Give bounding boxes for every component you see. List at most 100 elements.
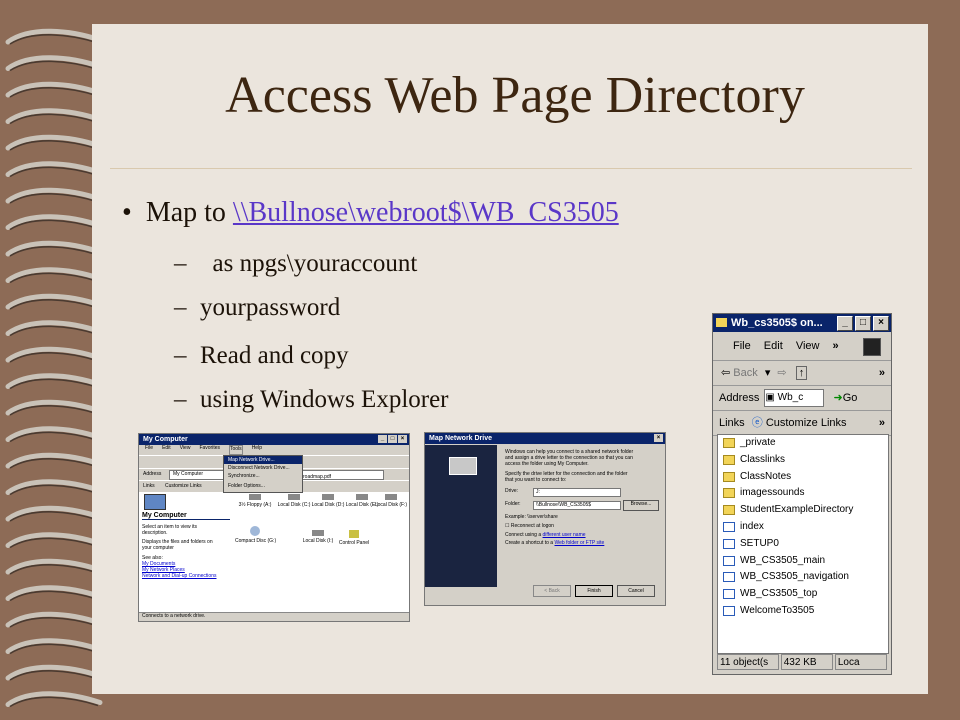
up-folder-icon[interactable]: ↑ bbox=[795, 366, 808, 380]
different-user-link[interactable]: different user name bbox=[543, 532, 586, 538]
list-item[interactable]: WB_CS3505_main bbox=[718, 553, 888, 570]
links-chevron[interactable]: » bbox=[879, 411, 885, 435]
file-name: index bbox=[740, 520, 764, 532]
menu-view[interactable]: View bbox=[180, 445, 191, 455]
list-item[interactable]: StudentExampleDirectory bbox=[718, 502, 888, 519]
minimize-icon[interactable]: _ bbox=[837, 316, 853, 331]
drive-item[interactable]: Compact Disc (G:) bbox=[235, 526, 277, 544]
menu-view[interactable]: View bbox=[796, 340, 820, 352]
list-item[interactable]: index bbox=[718, 519, 888, 536]
file-name: imagessounds bbox=[740, 487, 805, 499]
floppy-icon bbox=[249, 494, 261, 500]
file-name: WB_CS3505_main bbox=[740, 554, 826, 566]
sub-item-account: – as npgs\youraccount bbox=[174, 250, 417, 278]
drive-item[interactable]: Local Disk (F:) bbox=[373, 494, 409, 508]
reconnect-row[interactable]: ☐ Reconnect at logon bbox=[505, 523, 633, 529]
toolbar-chevron[interactable]: » bbox=[879, 361, 885, 385]
sub-dash: – bbox=[174, 386, 187, 413]
drive-item[interactable]: Local Disk (I:) bbox=[299, 530, 337, 544]
back-button[interactable]: < Back bbox=[533, 585, 571, 597]
explorer-address-bar: Address ▣ Wb_c ➜Go bbox=[713, 386, 891, 411]
folder-icon bbox=[723, 488, 735, 499]
list-item[interactable]: WB_CS3505_top bbox=[718, 586, 888, 603]
menu-help[interactable]: Help bbox=[252, 445, 262, 455]
browse-button[interactable]: Browse... bbox=[623, 500, 659, 511]
window-title: My Computer bbox=[143, 436, 188, 443]
cancel-button[interactable]: Cancel bbox=[617, 585, 655, 597]
close-icon[interactable]: × bbox=[398, 435, 407, 443]
go-arrow-icon[interactable]: ➜ bbox=[833, 392, 842, 404]
explorer-titlebar: Wb_cs3505$ on... _ □ × bbox=[713, 314, 891, 332]
menu-edit[interactable]: Edit bbox=[162, 445, 171, 455]
menu-chevron[interactable]: » bbox=[833, 340, 839, 352]
folder-options-item[interactable]: Folder Options... bbox=[224, 480, 302, 489]
folder-row: Folder: \\Bullnose\WB_CS3505$ Browse... bbox=[505, 500, 659, 511]
map-network-drive-item[interactable]: Map Network Drive... bbox=[224, 456, 302, 464]
close-icon[interactable]: × bbox=[654, 434, 663, 442]
maximize-icon[interactable]: □ bbox=[388, 435, 397, 443]
back-button[interactable]: Back bbox=[733, 367, 757, 379]
menu-edit[interactable]: Edit bbox=[764, 340, 783, 352]
synchronize-item[interactable]: Synchronize... bbox=[224, 472, 302, 480]
list-item[interactable]: SETUP0 bbox=[718, 536, 888, 553]
web-page-icon bbox=[723, 538, 735, 549]
window-title: Map Network Drive bbox=[429, 435, 493, 442]
back-arrow-icon[interactable]: ⇦ bbox=[721, 367, 730, 379]
list-item[interactable]: WelcomeTo3505 bbox=[718, 603, 888, 620]
menu-bar: File Edit View Favorites Tools Help bbox=[139, 445, 409, 455]
close-icon[interactable]: × bbox=[873, 316, 889, 331]
minimize-icon[interactable]: _ bbox=[378, 435, 387, 443]
disk-icon bbox=[322, 494, 334, 500]
list-item[interactable]: WB_CS3505_navigation bbox=[718, 569, 888, 586]
drive-label: 3½ Floppy (A:) bbox=[238, 502, 272, 508]
drive-item[interactable]: Local Disk (C:) bbox=[275, 494, 313, 508]
network-connections-link[interactable]: Network and Dial-up Connections bbox=[142, 573, 230, 579]
web-page-icon bbox=[723, 589, 735, 600]
address-value: Wb_c bbox=[777, 392, 804, 404]
folder-input[interactable]: \\Bullnose\WB_CS3505$ bbox=[533, 501, 621, 510]
customize-links[interactable]: Customize Links bbox=[165, 483, 202, 489]
control-panel-icon bbox=[349, 530, 359, 538]
list-item[interactable]: _private bbox=[718, 435, 888, 452]
web-page-icon bbox=[723, 605, 735, 616]
list-item[interactable]: ClassNotes bbox=[718, 469, 888, 486]
disk-icon bbox=[385, 494, 397, 500]
drive-select[interactable]: J: bbox=[533, 488, 621, 497]
sub-dash: – bbox=[174, 342, 187, 369]
drive-item[interactable]: Control Panel bbox=[335, 530, 373, 546]
list-item[interactable]: Classlinks bbox=[718, 452, 888, 469]
drive-item[interactable]: Local Disk (D:) bbox=[309, 494, 347, 508]
file-name: WelcomeTo3505 bbox=[740, 604, 815, 616]
customize-links[interactable]: Customize Links bbox=[766, 417, 847, 429]
computer-small-icon: ▣ bbox=[765, 392, 775, 404]
sub-dash: – bbox=[174, 250, 187, 277]
windows-logo-icon bbox=[863, 338, 881, 356]
unc-path-link[interactable]: \\Bullnose\webroot$\WB_CS3505 bbox=[233, 197, 619, 228]
mycomputer-screenshot: My Computer _ □ × File Edit View Favorites… bbox=[138, 433, 410, 622]
disk-icon bbox=[312, 530, 324, 536]
list-item[interactable]: imagessounds bbox=[718, 485, 888, 502]
address-input[interactable]: ▣ Wb_c bbox=[764, 389, 825, 408]
checkbox[interactable]: ☐ bbox=[505, 523, 509, 529]
menu-file[interactable]: File bbox=[145, 445, 153, 455]
file-name: WB_CS3505_top bbox=[740, 588, 818, 600]
web-folder-link[interactable]: Web folder or FTP site bbox=[554, 540, 604, 546]
menu-file[interactable]: File bbox=[733, 340, 751, 352]
forward-arrow-icon[interactable]: ⇨ bbox=[777, 367, 786, 379]
menu-tools[interactable]: Tools bbox=[229, 445, 243, 455]
side-text-line: your computer bbox=[142, 545, 174, 551]
bullet-dot: • bbox=[122, 197, 132, 228]
explorer-menu-bar: File Edit View » bbox=[713, 332, 891, 361]
drive-item[interactable]: 3½ Floppy (A:) bbox=[235, 494, 275, 508]
finish-button[interactable]: Finish bbox=[575, 585, 613, 597]
disconnect-drive-item[interactable]: Disconnect Network Drive... bbox=[224, 464, 302, 472]
zone-readout: Loca bbox=[834, 654, 887, 670]
map-drive-titlebar: Map Network Drive × bbox=[425, 433, 665, 444]
dropdown-icon[interactable]: ▾ bbox=[765, 367, 771, 379]
menu-favorites[interactable]: Favorites bbox=[199, 445, 220, 455]
drive-label: Compact Disc (G:) bbox=[235, 538, 277, 544]
window-title: Wb_cs3505$ on... bbox=[731, 317, 823, 329]
bullet-prefix: Map to bbox=[145, 197, 233, 228]
go-button[interactable]: Go bbox=[843, 392, 858, 404]
maximize-icon[interactable]: □ bbox=[855, 316, 871, 331]
